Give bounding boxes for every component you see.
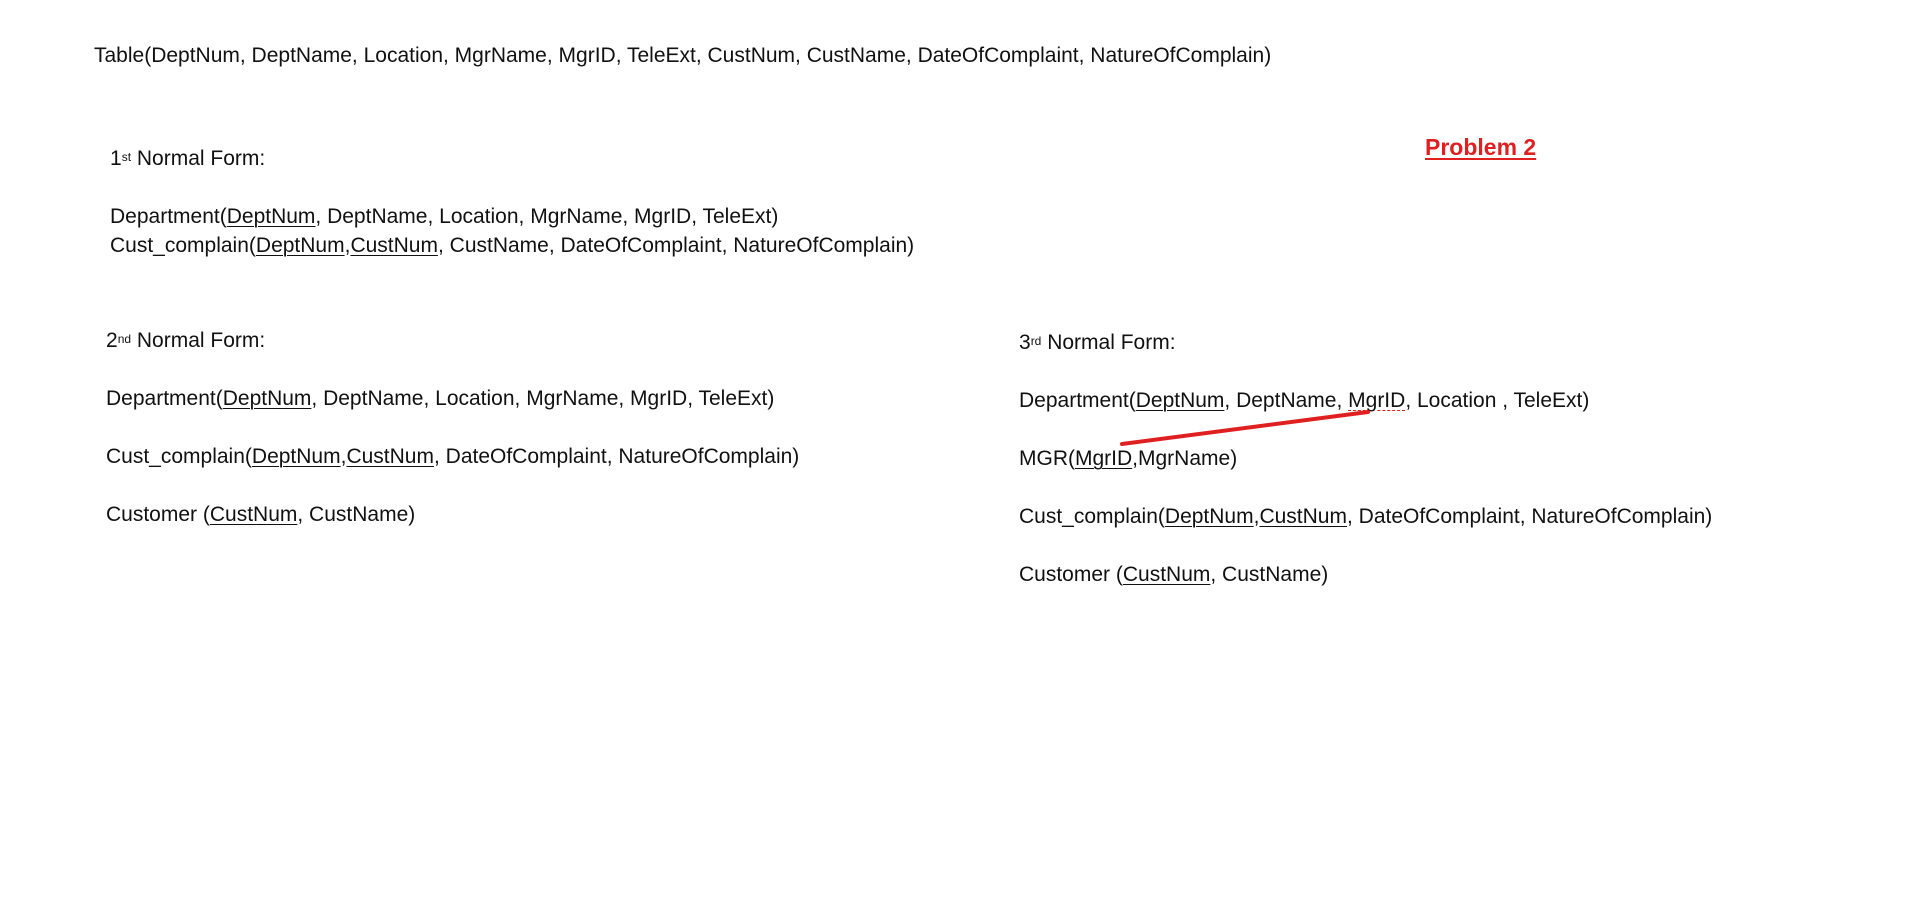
relation-attributes: , CustName) [1210,563,1329,586]
relation-prefix: Customer ( [1019,563,1123,586]
relation-attributes: , Location , TeleExt) [1405,389,1590,412]
primary-key: CustNum [350,234,438,257]
relation-prefix: Customer ( [106,503,210,526]
relation-attributes: , DateOfComplaint, NatureOfComplain) [433,445,800,468]
primary-key: MgrID [1075,447,1133,470]
relation-attributes: , DeptName, Location, MgrName, MgrID, Te… [315,205,779,228]
relation-prefix: MGR( [1019,447,1075,470]
nf1-heading-suffix: st [121,150,132,164]
relation-attributes: , CustName, DateOfComplaint, NatureOfCom… [437,234,915,257]
nf2-cust-complain-relation: Cust_complain(DeptNum,CustNum, DateOfCom… [106,444,799,470]
nf3-heading-title: Normal Form: [1041,331,1176,354]
nf3-cust-complain-relation: Cust_complain(DeptNum,CustNum, DateOfCom… [1019,504,1712,530]
nf1-heading-number: 1 [110,147,122,170]
nf3-customer-relation: Customer (CustNum, CustName) [1019,562,1328,588]
nf2-heading-title: Normal Form: [131,329,266,352]
relation-prefix: Department( [110,205,227,228]
primary-key: CustNum [1122,563,1211,586]
fk-relationship-line [1120,410,1370,446]
nf3-heading-number: 3 [1019,331,1031,354]
original-table-definition: Table(DeptNum, DeptName, Location, MgrNa… [94,44,1272,67]
nf2-heading-suffix: nd [117,332,132,346]
problem-label: Problem 2 [1425,134,1537,160]
relation-attributes: , DeptName, [1224,389,1349,412]
relation-prefix: Cust_complain( [1019,505,1165,528]
nf3-heading: 3rd Normal Form: [1019,330,1176,356]
nf1-department-relation: Department(DeptNum, DeptName, Location, … [110,204,778,230]
primary-key: DeptNum [222,387,312,410]
relation-prefix: Department( [106,387,223,410]
nf2-customer-relation: Customer (CustNum, CustName) [106,502,415,528]
relation-attributes: , DeptName, Location, MgrName, MgrID, Te… [311,387,775,410]
primary-key: DeptNum [1135,389,1225,412]
nf2-heading-number: 2 [106,329,118,352]
primary-key: DeptNum [251,445,341,468]
relation-prefix: Department( [1019,389,1136,412]
nf2-department-relation: Department(DeptNum, DeptName, Location, … [106,386,774,412]
relation-attributes: , CustName) [297,503,416,526]
primary-key: DeptNum [255,234,345,257]
relation-attributes: ,MgrName) [1132,447,1238,470]
nf1-heading-title: Normal Form: [131,147,266,170]
relation-prefix: Cust_complain( [106,445,252,468]
nf2-heading: 2nd Normal Form: [106,328,265,354]
nf3-mgr-relation: MGR(MgrID,MgrName) [1019,446,1237,472]
primary-key: CustNum [209,503,298,526]
foreign-key: MgrID [1348,389,1406,412]
primary-key: DeptNum [1164,505,1254,528]
primary-key: CustNum [1259,505,1347,528]
nf1-heading: 1st Normal Form: [110,146,265,172]
relation-attributes: , DateOfComplaint, NatureOfComplain) [1346,505,1713,528]
nf3-heading-suffix: rd [1030,334,1042,348]
relation-prefix: Cust_complain( [110,234,256,257]
nf3-department-relation: Department(DeptNum, DeptName, MgrID, Loc… [1019,388,1589,414]
primary-key: DeptNum [226,205,316,228]
primary-key: CustNum [346,445,434,468]
nf1-cust-complain-relation: Cust_complain(DeptNum,CustNum, CustName,… [110,233,914,259]
